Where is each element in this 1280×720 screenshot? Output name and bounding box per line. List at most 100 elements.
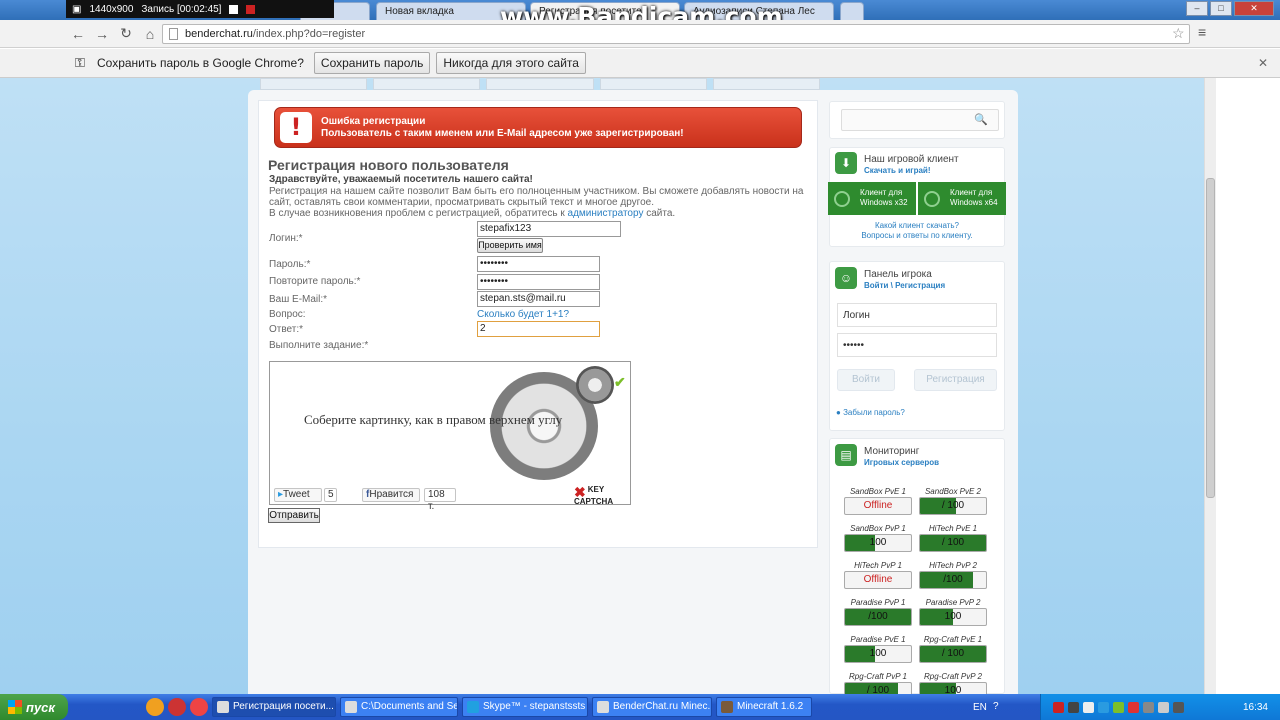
start-button[interactable]: пуск	[0, 694, 68, 720]
server-status: Paradise PvP 2 100	[919, 598, 987, 626]
language-indicator[interactable]: EN	[973, 702, 987, 713]
nav-item[interactable]	[599, 78, 707, 90]
client-title: Наш игровой клиент	[864, 154, 959, 165]
tray-icon[interactable]	[1098, 701, 1109, 713]
volume-icon[interactable]	[1158, 701, 1169, 713]
tray-icon[interactable]	[1128, 701, 1139, 713]
submit-button[interactable]: Отправить	[268, 508, 320, 523]
taskbar-item-minecraft[interactable]: Minecraft 1.6.2	[716, 697, 812, 717]
download-x32-button[interactable]: Клиент для Windows x32	[828, 182, 916, 215]
server-name: HiTech PvP 1	[854, 561, 902, 570]
login-link[interactable]: Войти	[864, 281, 888, 290]
opera-quicklaunch-icon[interactable]	[168, 698, 186, 716]
nav-item[interactable]	[260, 78, 368, 90]
yandex-quicklaunch-icon[interactable]	[190, 698, 208, 716]
sidebar-password-input[interactable]: ••••••	[837, 333, 997, 357]
server-name: SandBox PvE 2	[924, 487, 982, 496]
checkmark-icon: ✔	[614, 374, 626, 390]
server-load-label: /100	[943, 574, 963, 585]
bookmark-star-icon[interactable]: ☆	[1172, 25, 1185, 42]
task-label: Регистрация посети...	[233, 701, 334, 712]
download-x64-button[interactable]: Клиент для Windows x64	[918, 182, 1006, 215]
network-icon[interactable]	[1173, 701, 1184, 713]
task-label: C:\Documents and Se...	[361, 701, 458, 712]
like-count: 108 т.	[424, 488, 456, 512]
check-name-button[interactable]: Проверить имя	[477, 238, 543, 253]
minimize-button[interactable]: –	[1186, 1, 1208, 16]
tray-icon[interactable]	[1053, 701, 1064, 713]
sidebar-login-button[interactable]: Войти	[837, 369, 895, 391]
chrome-quicklaunch-icon[interactable]	[146, 698, 164, 716]
never-save-button[interactable]: Никогда для этого сайта	[436, 52, 586, 74]
tweet-button[interactable]: ▸Tweet	[274, 488, 322, 502]
password-input[interactable]: ••••••••	[477, 256, 600, 272]
email-input[interactable]: stepan.sts@mail.ru	[477, 291, 600, 307]
forgot-password-link[interactable]: ● Забыли пароль?	[836, 408, 905, 417]
server-load-bar: /100	[844, 608, 912, 626]
server-status: HiTech PvP 1 Offline	[844, 561, 912, 589]
reload-icon[interactable]: ↻	[114, 25, 138, 42]
taskbar-item-browser[interactable]: Регистрация посети...	[212, 697, 336, 717]
faq-link[interactable]: Вопросы и ответы по клиенту.	[829, 231, 1005, 241]
server-load-label: 100	[944, 611, 962, 622]
task-label: Minecraft 1.6.2	[737, 701, 804, 712]
maximize-button[interactable]: □	[1210, 1, 1232, 16]
player-panel-title: Панель игрока	[864, 269, 932, 280]
taskbar-item-skype[interactable]: Skype™ - stepanstssts	[462, 697, 588, 717]
server-name: SandBox PvP 1	[850, 524, 906, 533]
task-label: Выполните задание:*	[269, 340, 369, 351]
tray-icon[interactable]	[1083, 701, 1094, 713]
login-input[interactable]: stepafix123	[477, 221, 621, 237]
page-scrollbar[interactable]	[1204, 78, 1216, 694]
help-icon[interactable]: ?	[993, 701, 999, 712]
server-status: SandBox PvE 2 / 100	[919, 487, 987, 515]
server-load-bar: / 100	[919, 645, 987, 663]
record-icon[interactable]	[246, 4, 256, 14]
menu-icon[interactable]: ≡	[1198, 24, 1206, 40]
download-label: Windows x64	[950, 198, 998, 207]
player-panel-links: Войти \ Регистрация	[864, 281, 945, 290]
new-tab-button[interactable]	[840, 2, 864, 20]
download-label: Windows x32	[860, 198, 908, 207]
server-load-label: Offline	[863, 574, 893, 585]
search-icon[interactable]: 🔍	[974, 113, 988, 126]
address-bar[interactable]: benderchat.ru/index.php?do=register	[162, 24, 1190, 44]
taskbar-item-benderchat[interactable]: BenderChat.ru Minec...	[592, 697, 712, 717]
sidebar-register-button[interactable]: Регистрация	[914, 369, 997, 391]
save-password-button[interactable]: Сохранить пароль	[313, 52, 431, 74]
screen: ube Новая вкладка Регистрация посетите А…	[0, 0, 1280, 720]
tab-label: Новая вкладка	[385, 6, 454, 17]
nav-item[interactable]	[712, 78, 821, 90]
close-button[interactable]: ✕	[1234, 1, 1274, 16]
admin-link[interactable]: администратору	[568, 208, 644, 219]
register-link[interactable]: Регистрация	[895, 281, 945, 290]
logo-text: KEY	[587, 485, 605, 494]
scrollbar-thumb[interactable]	[1206, 178, 1215, 498]
greeting: Здравствуйте, уважаемый посетитель нашег…	[269, 174, 533, 185]
windows-flag-icon	[8, 700, 22, 714]
close-infobar-icon[interactable]: ✕	[1258, 56, 1268, 70]
like-button[interactable]: fНравится	[362, 488, 420, 502]
intro-line: В случае возникновения проблем с регистр…	[269, 208, 809, 219]
forward-icon[interactable]: →	[90, 26, 114, 42]
search-input[interactable]: 🔍	[841, 109, 999, 131]
server-name: Paradise PvP 1	[850, 598, 906, 607]
tray-icon[interactable]	[1143, 701, 1154, 713]
home-icon[interactable]: ⌂	[138, 26, 162, 42]
tray-icon[interactable]	[1068, 701, 1079, 713]
repeat-password-input[interactable]: ••••••••	[477, 274, 600, 290]
keycaptcha-widget[interactable]: ✔ Соберите картинку, как в правом верхне…	[269, 361, 631, 512]
pause-icon[interactable]	[229, 4, 239, 14]
nav-item[interactable]	[486, 78, 594, 90]
back-icon[interactable]: ←	[66, 26, 90, 42]
nav-item[interactable]	[373, 78, 481, 90]
answer-label: Ответ:*	[269, 324, 304, 335]
taskbar-item-explorer[interactable]: C:\Documents and Se...	[340, 697, 458, 717]
folder-icon	[345, 701, 357, 713]
answer-input[interactable]: 2	[477, 321, 600, 337]
sidebar-login-input[interactable]: Логин	[837, 303, 997, 327]
faq-link[interactable]: Какой клиент скачать?	[829, 221, 1005, 231]
system-tray: EN ? 16:34	[973, 694, 1280, 720]
tray-icon[interactable]	[1113, 701, 1124, 713]
error-text: Пользователь с таким именем или E-Mail а…	[321, 128, 684, 139]
